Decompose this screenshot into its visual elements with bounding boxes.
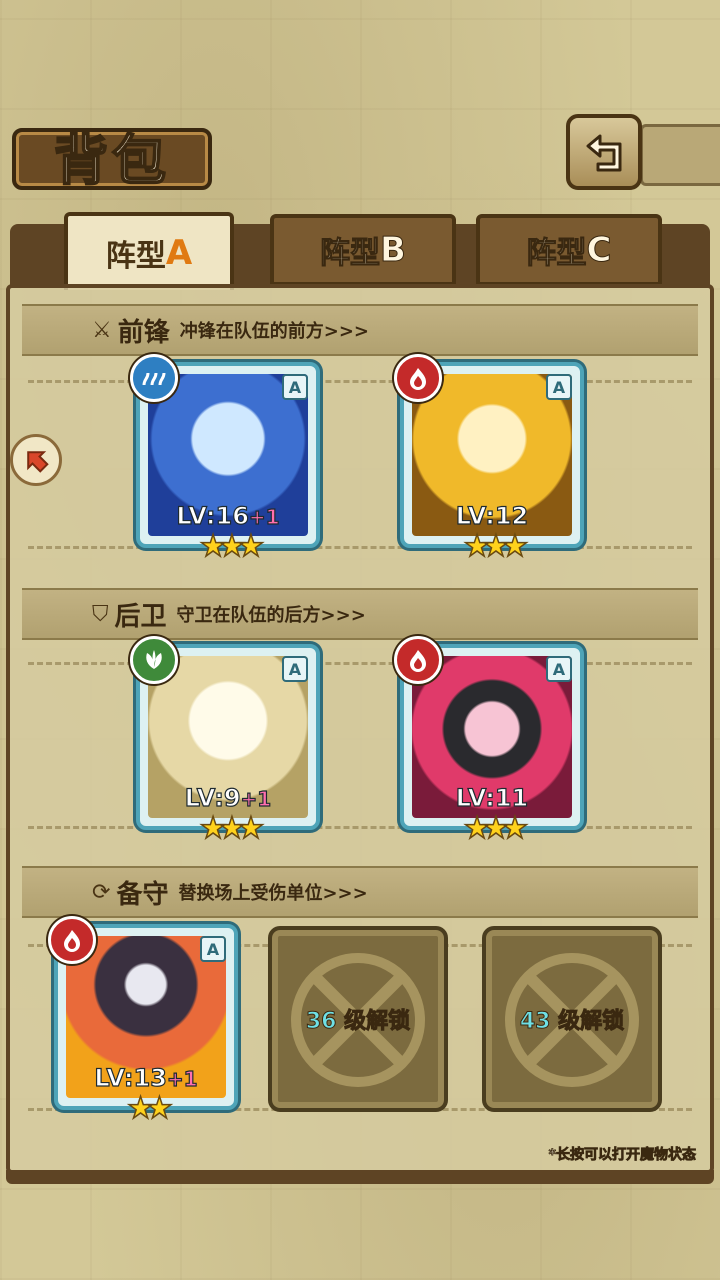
section-desc: 替换场上受伤单位>>> (178, 883, 368, 904)
rank-badge: A (282, 656, 308, 682)
rank-badge: A (546, 656, 572, 682)
level-bonus: +1 (240, 786, 272, 811)
unlock-label: 级解锁 (558, 1009, 625, 1035)
side-toggle-button[interactable] (10, 434, 62, 486)
locked-slot[interactable]: 43 级解锁 (482, 926, 662, 1112)
section-rear: ⛉ 后卫 守卫在队伍的后方>>> (22, 588, 698, 640)
tab-letter: A (165, 233, 193, 273)
tab-label: 阵型 (526, 236, 587, 272)
shield-icon: ⛉ (92, 601, 109, 627)
section-desc: 守卫在队伍的后方>>> (176, 605, 366, 626)
level-text: LV:12 (455, 501, 529, 530)
fire-element-icon (48, 916, 96, 964)
divider (28, 826, 692, 829)
star-rating: ★★★ (199, 528, 265, 565)
level-text: LV:16 (176, 501, 250, 530)
tab-label: 阵型 (320, 236, 381, 272)
section-reserve: ⟳ 备守 替换场上受伤单位>>> (22, 866, 698, 918)
section-desc: 冲锋在队伍的前方>>> (179, 321, 369, 342)
tab-letter: B (380, 230, 407, 271)
unlock-level: 43 (519, 1009, 551, 1035)
divider (28, 662, 692, 665)
unlock-level: 36 (305, 1009, 337, 1035)
star-rating: ★★★ (463, 528, 529, 565)
back-arrow-icon (586, 134, 622, 172)
locked-slot[interactable]: 36 级解锁 (268, 926, 448, 1112)
star-rating: ★★ (126, 1090, 173, 1127)
tab-formation-a[interactable]: 阵型 A (64, 212, 234, 290)
leaf-element-icon (130, 636, 178, 684)
star-rating: ★★★ (463, 810, 529, 847)
fire-element-icon (394, 354, 442, 402)
tab-formation-b[interactable]: 阵型 B (270, 214, 456, 286)
swap-icon: ⟳ (92, 879, 111, 905)
sword-icon: ⚔ (92, 317, 112, 343)
section-name: 前锋 (117, 317, 170, 348)
unit-card[interactable]: A LV:11 ★★★ (394, 636, 584, 847)
divider (28, 380, 692, 383)
unit-level: LV:16+1 (140, 501, 316, 530)
fire-element-icon (394, 636, 442, 684)
section-name: 后卫 (114, 601, 167, 632)
star-rating: ★★★ (199, 810, 265, 847)
unit-card[interactable]: A LV:13+1 ★★ (48, 916, 238, 1127)
unlock-level-text: 43 级解锁 (519, 1003, 625, 1035)
unit-card[interactable]: A LV:9+1 ★★★ (130, 636, 320, 847)
rank-badge: A (282, 374, 308, 400)
level-text: LV:11 (455, 783, 529, 812)
panel-bottom-rail (6, 1170, 714, 1184)
level-text: LV:13 (94, 1063, 168, 1092)
arrow-icon (27, 451, 49, 473)
section-front: ⚔ 前锋 冲锋在队伍的前方>>> (22, 304, 698, 356)
unit-level: LV:12 (404, 501, 580, 530)
rank-badge: A (200, 936, 226, 962)
divider (28, 546, 692, 549)
water-element-icon (130, 354, 178, 402)
level-bonus: +1 (166, 1066, 198, 1091)
tab-label: 阵型 (105, 239, 166, 274)
unlock-level-text: 36 级解锁 (305, 1003, 411, 1035)
section-name: 备守 (116, 879, 169, 910)
level-bonus: +1 (248, 504, 280, 529)
level-text: LV:9 (184, 783, 241, 812)
unit-card[interactable]: A LV:12 ★★★ (394, 354, 584, 565)
unit-level: LV:11 (404, 783, 580, 812)
title-plate: 背包 (12, 127, 212, 193)
unit-level: LV:9+1 (140, 783, 316, 812)
unlock-label: 级解锁 (344, 1009, 411, 1035)
page-title: 背包 (53, 127, 170, 193)
tab-letter: C (586, 230, 612, 271)
rank-badge: A (546, 374, 572, 400)
back-button[interactable] (566, 114, 642, 190)
unit-level: LV:13+1 (58, 1063, 234, 1092)
long-press-hint: *长按可以打开魔物状态 (548, 1147, 696, 1164)
tab-formation-c[interactable]: 阵型 C (476, 214, 662, 286)
unit-card[interactable]: A LV:16+1 ★★★ (130, 354, 320, 565)
header-rail (640, 124, 720, 186)
